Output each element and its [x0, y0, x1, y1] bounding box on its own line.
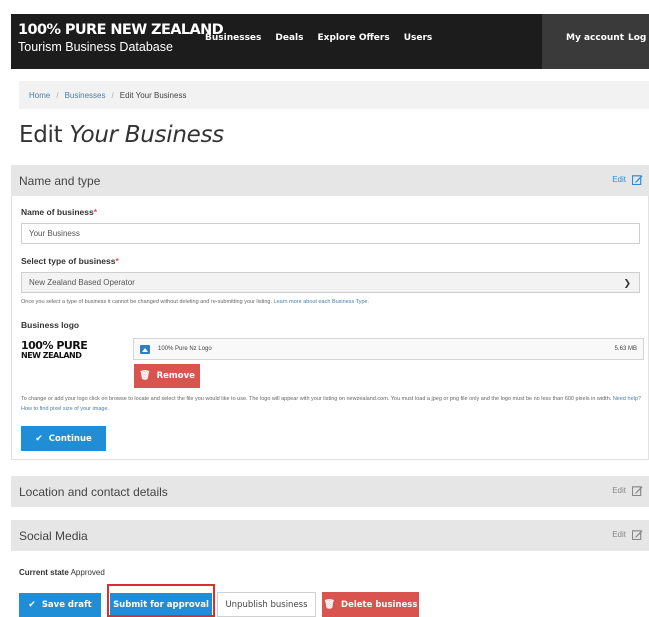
business-type-select[interactable]: New Zealand Based Operator ❯	[21, 272, 640, 293]
required-mark: *	[93, 207, 98, 217]
edit-name-type-button[interactable]: Edit	[612, 174, 643, 185]
edit-icon	[632, 530, 643, 540]
trash-icon: 🗑	[139, 371, 151, 381]
logo-note: To change or add your logo click on brow…	[21, 396, 641, 412]
brand-title: 100% PURE NEW ZEALAND	[18, 22, 224, 38]
logout-link[interactable]: Log ou	[628, 33, 649, 43]
check-icon: ✔	[28, 600, 36, 610]
nav-explore-offers[interactable]: Explore Offers	[318, 33, 390, 43]
main-nav: Businesses Deals Explore Offers Users	[205, 33, 432, 43]
delete-business-button[interactable]: 🗑 Delete business	[322, 592, 419, 617]
logo-file-name: 100% Pure Nz Logo	[158, 346, 212, 352]
business-type-note: Once you select a type of business it ca…	[21, 299, 370, 305]
account-area: My account Log ou	[542, 14, 649, 69]
chevron-down-icon: ❯	[623, 278, 631, 288]
required-mark: *	[115, 256, 119, 266]
continue-label: Continue	[48, 433, 92, 444]
business-name-label: Name of business*	[21, 207, 98, 217]
edit-location-button[interactable]: Edit	[612, 485, 643, 496]
save-draft-button[interactable]: ✔ Save draft	[19, 593, 101, 617]
top-navbar: 100% PURE NEW ZEALAND Tourism Business D…	[11, 14, 649, 69]
current-state-value: Approved	[70, 568, 105, 577]
business-type-value: New Zealand Based Operator	[29, 278, 135, 287]
breadcrumb-businesses[interactable]: Businesses	[65, 91, 106, 100]
my-account-link[interactable]: My account	[566, 33, 624, 43]
edit-social-button[interactable]: Edit	[612, 529, 643, 540]
page-title: Edit Your Business	[19, 122, 224, 148]
location-panel-header[interactable]: Location and contact details Edit	[11, 476, 649, 507]
current-state: Current state Approved	[19, 568, 105, 577]
social-panel-header[interactable]: Social Media Edit	[11, 520, 649, 551]
breadcrumb-current: Edit Your Business	[119, 90, 187, 100]
business-type-label: Select type of business*	[21, 256, 119, 266]
page-title-italic: Your Business	[69, 122, 224, 148]
breadcrumb: Home / Businesses / Edit Your Business	[19, 81, 649, 109]
breadcrumb-separator: /	[111, 90, 114, 100]
edit-label: Edit	[612, 175, 626, 184]
breadcrumb-home[interactable]: Home	[29, 91, 50, 100]
save-draft-label: Save draft	[41, 600, 92, 610]
logo-file-row[interactable]: 100% Pure Nz Logo 5.63 MB	[133, 338, 644, 360]
submit-highlight-box	[107, 584, 215, 617]
delete-label: Delete business	[341, 599, 418, 610]
nav-businesses[interactable]: Businesses	[205, 33, 261, 43]
unpublish-label: Unpublish business	[225, 599, 308, 610]
continue-button[interactable]: ✔ Continue	[21, 426, 106, 451]
business-logo-preview: 100% PURE NEW ZEALAND	[21, 339, 88, 360]
name-type-panel-body: Name of business* Your Business Select t…	[11, 196, 649, 460]
current-state-label: Current state	[19, 568, 69, 577]
remove-label: Remove	[156, 371, 195, 381]
business-name-input[interactable]: Your Business	[21, 223, 640, 244]
trash-icon: 🗑	[323, 599, 336, 610]
panel-heading: Social Media	[19, 528, 88, 543]
name-type-panel-header[interactable]: Name and type Edit	[11, 165, 649, 196]
learn-more-link[interactable]: Learn more about each Business Type.	[274, 299, 370, 305]
unpublish-business-button[interactable]: Unpublish business	[217, 592, 316, 617]
edit-label: Edit	[612, 530, 626, 539]
edit-icon	[632, 175, 643, 185]
panel-heading: Name and type	[19, 173, 101, 188]
edit-icon	[632, 486, 643, 496]
nav-users[interactable]: Users	[404, 33, 433, 43]
nav-deals[interactable]: Deals	[275, 33, 303, 43]
panel-heading: Location and contact details	[19, 484, 168, 499]
brand-logo[interactable]: 100% PURE NEW ZEALAND Tourism Business D…	[18, 21, 224, 55]
logo-file-size: 5.63 MB	[614, 346, 637, 352]
business-logo-label: Business logo	[21, 320, 80, 330]
breadcrumb-separator: /	[56, 90, 59, 100]
check-icon: ✔	[35, 433, 43, 444]
edit-label: Edit	[612, 486, 626, 495]
brand-subtitle: Tourism Business Database	[18, 40, 173, 54]
image-icon	[140, 344, 150, 354]
remove-logo-button[interactable]: 🗑 Remove	[134, 364, 200, 388]
page-title-plain: Edit	[19, 122, 63, 148]
